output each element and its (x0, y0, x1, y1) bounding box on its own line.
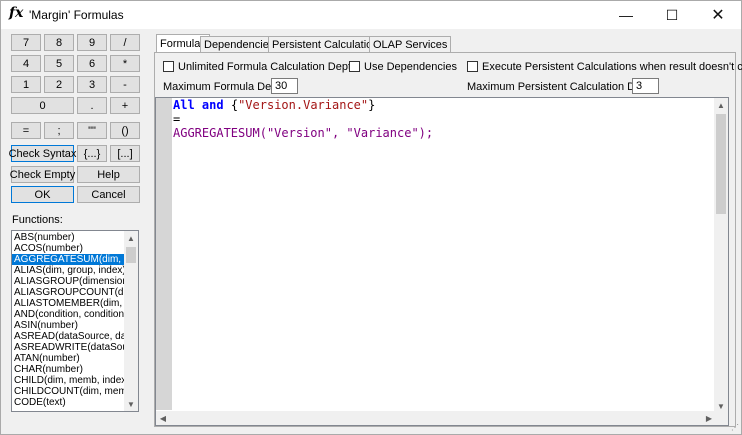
keyword-all: All (173, 98, 195, 112)
functions-label: Functions: (12, 214, 63, 226)
function-item[interactable]: CHILD(dim, memb, index) (12, 375, 125, 386)
maximize-button[interactable]: ☐ (649, 1, 695, 29)
execute-persistent-checkbox[interactable] (467, 61, 478, 72)
key-7[interactable]: 7 (11, 34, 41, 51)
scroll-down-icon[interactable]: ▼ (124, 397, 138, 411)
function-item[interactable]: ALIASGROUPCOUNT(dime (12, 287, 125, 298)
fx-icon: fx (9, 5, 24, 21)
function-item[interactable]: ATAN(number) (12, 353, 125, 364)
function-item[interactable]: CHAR(number) (12, 364, 125, 375)
key-1[interactable]: 1 (11, 76, 41, 93)
code-line-2: = (173, 112, 714, 126)
key-parentheses[interactable]: () (110, 122, 140, 139)
editor-vscrollbar[interactable]: ▲ ▼ (714, 98, 728, 413)
formula-code[interactable]: All and {"Version.Variance"} = AGGREGATESU… (173, 98, 714, 140)
functions-list[interactable]: ABS(number) ACOS(number) AGGREGATESUM(dim,… (11, 230, 139, 412)
function-item[interactable]: AND(condition, condition, ... (12, 309, 125, 320)
code-line-3: AGGREGATESUM("Version", "Variance"); (173, 126, 714, 140)
function-item[interactable]: CODE(text) (12, 397, 125, 408)
use-dependencies-label: Use Dependencies (364, 61, 457, 73)
key-5[interactable]: 5 (44, 55, 74, 72)
function-item[interactable]: ALIAS(dim, group, index) (12, 265, 125, 276)
function-item[interactable]: ALIASTOMEMBER(dim, gro (12, 298, 125, 309)
insert-brackets-button[interactable]: [...] (110, 145, 140, 162)
editor-hscrollbar[interactable]: ◀ ▶ (156, 411, 716, 425)
key-6[interactable]: 6 (77, 55, 107, 72)
unlimited-depth-label: Unlimited Formula Calculation Depth (178, 61, 358, 73)
function-item[interactable]: AGGREGATESUM(dim, memb (12, 254, 125, 265)
minimize-button[interactable]: — (603, 1, 649, 29)
tab-olap-services[interactable]: OLAP Services (369, 36, 452, 53)
function-item[interactable]: ASIN(number) (12, 320, 125, 331)
insert-braces-button[interactable]: {...} (77, 145, 107, 162)
code-line-1: All and {"Version.Variance"} (173, 98, 714, 112)
window-title: 'Margin' Formulas (29, 8, 124, 22)
key-multiply[interactable]: * (110, 55, 140, 72)
formulas-dialog: fx 'Margin' Formulas — ☐ ✕ 7 8 9 / 4 5 6… (0, 0, 742, 435)
close-paren: ); (418, 126, 434, 140)
check-empty-button[interactable]: Check Empty (10, 166, 75, 183)
help-button[interactable]: Help (77, 166, 140, 183)
function-item[interactable]: ABS(number) (12, 232, 125, 243)
key-8[interactable]: 8 (44, 34, 74, 51)
equals-sign: = (173, 112, 181, 126)
function-item[interactable]: CHILDCOUNT(dim, memb) (12, 386, 125, 397)
function-name: AGGREGATESUM (173, 126, 260, 140)
arg-2: "Variance" (346, 126, 419, 140)
formula-editor[interactable]: All and {"Version.Variance"} = AGGREGATESU… (155, 97, 729, 426)
scroll-up-icon[interactable]: ▲ (124, 231, 138, 245)
scroll-thumb[interactable] (126, 247, 136, 263)
close-brace: } (368, 98, 376, 112)
key-semicolon[interactable]: ; (44, 122, 74, 139)
arg-1: "Version" (266, 126, 332, 140)
arg-separator: , (331, 126, 347, 140)
function-item[interactable]: ASREADWRITE(dataSourc (12, 342, 125, 353)
open-paren: ( (259, 126, 267, 140)
editor-vscroll-thumb[interactable] (716, 114, 726, 214)
editor-scroll-up-icon[interactable]: ▲ (714, 98, 728, 112)
unlimited-depth-checkbox[interactable] (163, 61, 174, 72)
open-brace: { (230, 98, 239, 112)
max-persistent-depth-label: Maximum Persistent Calculation Depth: (467, 81, 660, 93)
key-plus[interactable]: + (110, 97, 140, 114)
max-formula-depth-input[interactable]: 30 (271, 78, 298, 94)
key-4[interactable]: 4 (11, 55, 41, 72)
functions-scrollbar[interactable]: ▲ ▼ (124, 231, 138, 411)
key-0[interactable]: 0 (11, 97, 74, 114)
key-equals[interactable]: = (11, 122, 41, 139)
scroll-corner (714, 411, 728, 425)
key-decimal[interactable]: . (77, 97, 107, 114)
close-button[interactable]: ✕ (695, 1, 741, 29)
key-3[interactable]: 3 (77, 76, 107, 93)
use-dependencies-checkbox[interactable] (349, 61, 360, 72)
ok-button[interactable]: OK (11, 186, 74, 203)
title-bar: fx 'Margin' Formulas — ☐ ✕ (1, 1, 741, 29)
key-2[interactable]: 2 (44, 76, 74, 93)
area-string: "Version.Variance" (238, 98, 369, 112)
tab-dependencies[interactable]: Dependencies (200, 36, 279, 53)
key-divide[interactable]: / (110, 34, 140, 51)
editor-scroll-left-icon[interactable]: ◀ (156, 411, 170, 425)
function-item[interactable]: ACOS(number) (12, 243, 125, 254)
cancel-button[interactable]: Cancel (77, 186, 140, 203)
key-quotes[interactable]: "" (77, 122, 107, 139)
execute-persistent-label: Execute Persistent Calculations when res… (482, 61, 742, 73)
max-persistent-depth-input[interactable]: 3 (632, 78, 659, 94)
check-syntax-button[interactable]: Check Syntax (9, 145, 76, 162)
editor-gutter (156, 98, 172, 410)
resize-grip-icon[interactable]: ⋰ (731, 423, 739, 432)
functions-items: ABS(number) ACOS(number) AGGREGATESUM(dim,… (12, 232, 125, 408)
key-9[interactable]: 9 (77, 34, 107, 51)
function-item[interactable]: ALIASGROUP(dimension, ir (12, 276, 125, 287)
keyword-and: and (201, 98, 224, 112)
key-minus[interactable]: - (110, 76, 140, 93)
function-item[interactable]: ASREAD(dataSource, data (12, 331, 125, 342)
